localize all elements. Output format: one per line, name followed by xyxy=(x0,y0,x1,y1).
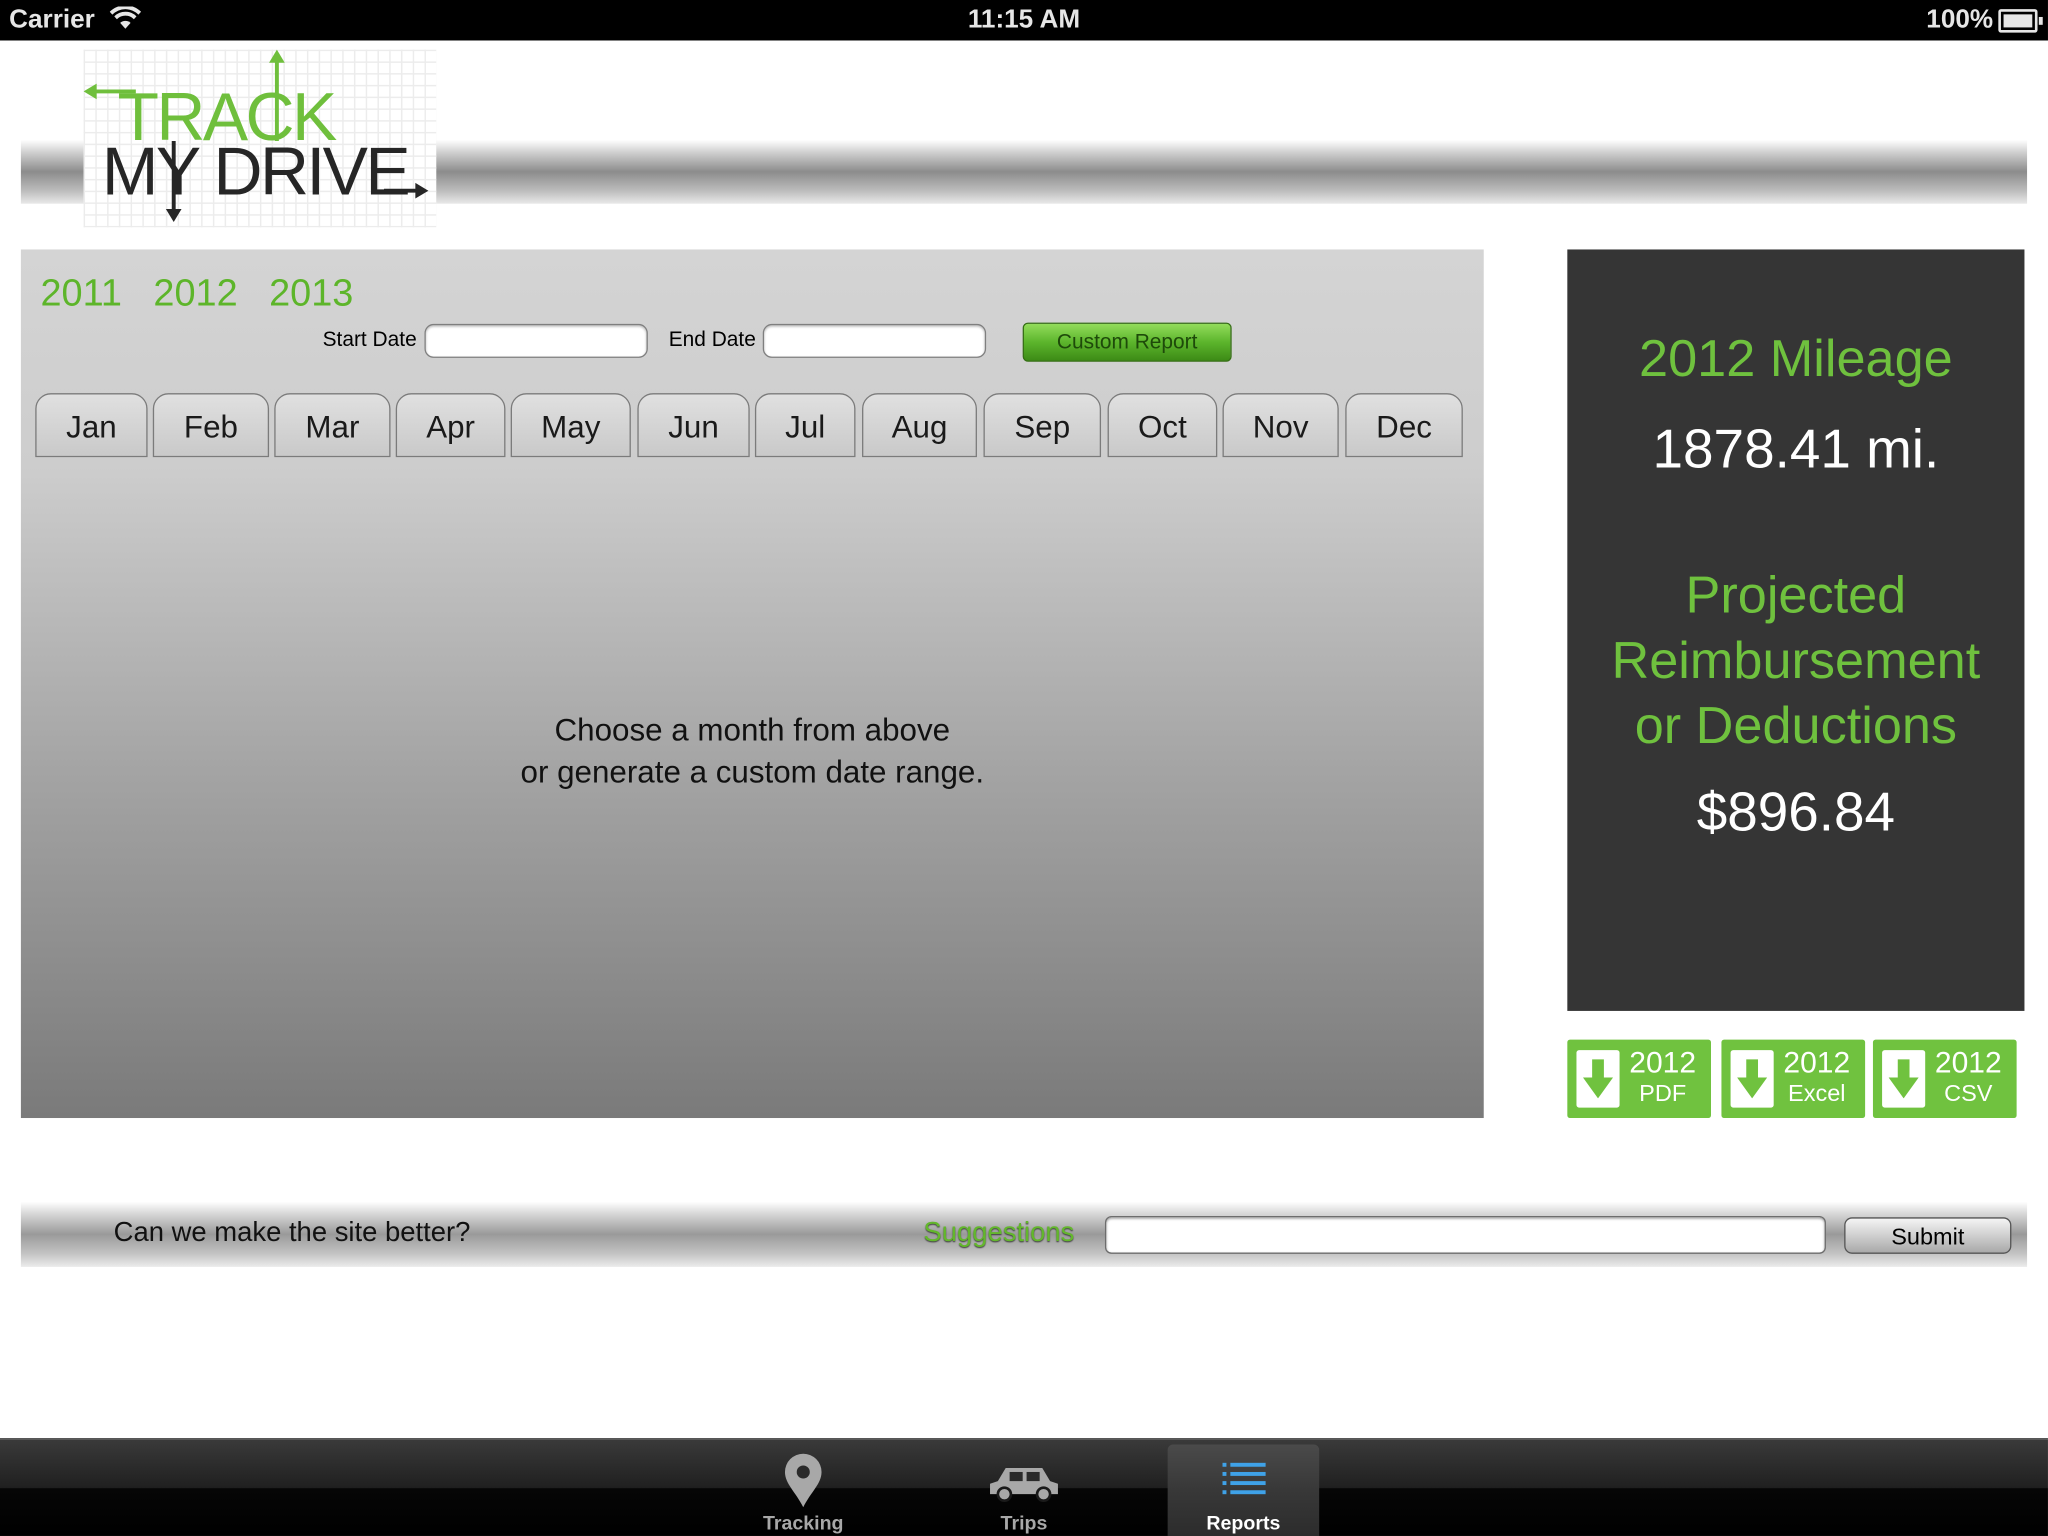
map-pin-icon xyxy=(727,1452,879,1508)
status-bar: Carrier 11:15 AM 100% xyxy=(0,0,2048,41)
car-icon xyxy=(948,1452,1100,1507)
month-tab-may[interactable]: May xyxy=(510,393,631,458)
download-pdf-button[interactable]: 2012 PDF xyxy=(1567,1039,1711,1119)
month-tab-mar[interactable]: Mar xyxy=(274,393,391,458)
month-tab-jun[interactable]: Jun xyxy=(637,393,750,458)
tab-trips[interactable]: Trips xyxy=(948,1445,1100,1536)
suggestions-label: Suggestions xyxy=(923,1217,1075,1248)
month-tab-jul[interactable]: Jul xyxy=(754,393,856,458)
month-tab-feb[interactable]: Feb xyxy=(152,393,270,458)
feedback-question: Can we make the site better? xyxy=(113,1217,471,1248)
hint-line: Choose a month from above xyxy=(554,713,951,749)
start-date-label: Start Date xyxy=(322,329,417,352)
month-tab-sep[interactable]: Sep xyxy=(983,393,1102,458)
month-tab-oct[interactable]: Oct xyxy=(1107,393,1218,458)
month-tab-nov[interactable]: Nov xyxy=(1222,393,1339,458)
mileage-summary-card: 2012 Mileage 1878.41 mi. Projected Reimb… xyxy=(1567,249,2025,1011)
tab-bar: Tracking Trips Reports xyxy=(0,1438,2048,1536)
year-selector: 2011 2012 2013 xyxy=(40,273,374,316)
report-hint: Choose a month from above or generate a … xyxy=(21,711,1484,795)
mileage-title: 2012 Mileage xyxy=(1639,330,1953,388)
reports-panel: 2011 2012 2013 Start Date End Date Custo… xyxy=(20,249,1484,1119)
reimbursement-title: Projected Reimbursement or Deductions xyxy=(1567,563,2024,759)
download-arrow-icon xyxy=(1730,1050,1774,1108)
year-link[interactable]: 2012 xyxy=(153,273,237,315)
download-arrow-icon xyxy=(1882,1050,1926,1108)
hint-line: or generate a custom date range. xyxy=(520,754,985,791)
download-format: CSV xyxy=(1944,1080,1993,1107)
download-arrow-icon xyxy=(1576,1050,1620,1108)
end-date-input[interactable] xyxy=(762,323,987,358)
tab-label: Trips xyxy=(1000,1512,1048,1535)
tab-tracking[interactable]: Tracking xyxy=(727,1445,879,1536)
tab-label: Tracking xyxy=(762,1512,844,1535)
tab-label: Reports xyxy=(1206,1512,1281,1535)
list-icon xyxy=(1168,1452,1320,1507)
suggestions-input[interactable] xyxy=(1104,1215,1826,1254)
reimbursement-value: $896.84 xyxy=(1696,781,1896,843)
app-logo: TRACK MY DRIVE xyxy=(83,49,437,228)
status-time: 11:15 AM xyxy=(967,5,1081,34)
reimbursement-title-line: Projected xyxy=(1685,566,1907,625)
year-link[interactable]: 2011 xyxy=(40,273,121,315)
month-tab-jan[interactable]: Jan xyxy=(35,393,148,458)
battery-percentage: 100% xyxy=(1926,5,1994,34)
start-date-input[interactable] xyxy=(424,323,648,358)
download-year: 2012 xyxy=(1783,1044,1851,1079)
month-tab-aug[interactable]: Aug xyxy=(862,393,977,458)
feedback-bar: Can we make the site better? Suggestions… xyxy=(20,1201,2028,1267)
battery-icon xyxy=(1998,9,2043,33)
download-format: PDF xyxy=(1639,1080,1687,1107)
download-csv-button[interactable]: 2012 CSV xyxy=(1872,1039,2017,1119)
month-tab-dec[interactable]: Dec xyxy=(1345,393,1463,458)
reimbursement-title-line: or Deductions xyxy=(1634,697,1958,755)
submit-button[interactable]: Submit xyxy=(1844,1217,2012,1254)
end-date-label: End Date xyxy=(668,329,756,352)
tab-reports[interactable]: Reports xyxy=(1167,1444,1320,1536)
logo-drive-text: MY DRIVE xyxy=(101,134,411,211)
download-year: 2012 xyxy=(1934,1044,2002,1079)
mileage-value: 1878.41 mi. xyxy=(1652,417,1940,480)
reimbursement-title-line: Reimbursement xyxy=(1611,632,1981,690)
year-link[interactable]: 2013 xyxy=(269,273,353,315)
custom-report-button[interactable]: Custom Report xyxy=(1022,322,1232,362)
download-format: Excel xyxy=(1788,1080,1846,1107)
download-excel-button[interactable]: 2012 Excel xyxy=(1721,1039,1866,1119)
download-year: 2012 xyxy=(1629,1044,1697,1079)
month-tab-apr[interactable]: Apr xyxy=(395,393,506,458)
